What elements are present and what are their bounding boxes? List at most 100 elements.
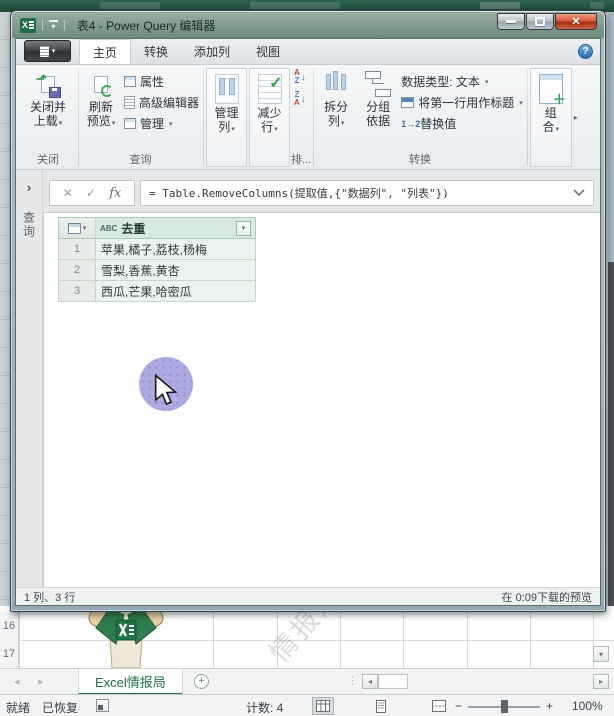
cell-value[interactable]: 雪梨,香蕉,黄杏 <box>96 260 256 281</box>
expand-pane-icon[interactable]: › <box>27 180 31 195</box>
gridline <box>403 606 404 668</box>
cancel-icon[interactable]: ✕ <box>63 186 73 200</box>
formula-text[interactable]: = Table.RemoveColumns(提取值,{"数据列", "列表"}) <box>149 185 573 201</box>
formula-expand-icon[interactable] <box>573 189 585 197</box>
combine-button[interactable]: ＋ 组合▾ <box>530 68 572 167</box>
cell-value[interactable]: 苹果,橘子,荔枝,杨梅 <box>96 239 256 260</box>
chevron-down-icon: ▾ <box>274 126 278 133</box>
sort-descending-button[interactable]: ZA ↓ <box>291 88 309 110</box>
split-column-icon <box>324 70 348 98</box>
excel-scrollbar-sliver-right <box>608 12 614 612</box>
mouse-cursor <box>151 374 181 408</box>
advanced-editor-button[interactable]: 高级编辑器 <box>122 92 201 113</box>
sheet-tab-excel-qingbaoju[interactable]: Excel情报局 <box>78 669 183 695</box>
manage-columns-button[interactable]: 管理列▾ <box>206 68 247 167</box>
formula-input[interactable]: = Table.RemoveColumns(提取值,{"数据列", "列表"}) <box>140 180 594 206</box>
group-close: ⬏ 关闭并上载▾ 关闭 <box>20 66 76 169</box>
first-row-headers-icon <box>401 97 414 108</box>
row-number[interactable]: 1 <box>58 239 96 260</box>
sort-ascending-button[interactable]: AZ ↓ <box>291 66 309 88</box>
view-page-break-button[interactable] <box>428 697 450 715</box>
quick-access-dropdown-icon[interactable]: ▾ <box>49 20 58 31</box>
nav-right-icon: ▸ <box>599 677 603 686</box>
tab-home[interactable]: 主页 <box>79 39 131 64</box>
chevron-down-icon: ▾ <box>52 47 56 55</box>
separator: | <box>41 19 44 31</box>
hscroll-left-button[interactable]: ◂ <box>362 674 378 689</box>
help-button[interactable]: ? <box>578 44 593 59</box>
column-row-count: 1 列、3 行 <box>24 589 75 605</box>
text-type-icon: ABC <box>100 224 117 233</box>
zoom-out-icon[interactable]: − <box>455 699 462 713</box>
filter-dropdown-button[interactable]: ▾ <box>236 221 251 236</box>
table-icon <box>68 223 81 234</box>
group-sort: AZ ↓ ZA ↓ 排... <box>291 66 311 169</box>
cell-value[interactable]: 西瓜,芒果,哈密瓜 <box>96 281 256 302</box>
macro-record-icon[interactable] <box>96 699 109 712</box>
table-row: 3 西瓜,芒果,哈密瓜 <box>58 281 256 302</box>
gridline <box>19 606 20 668</box>
advanced-editor-icon <box>124 96 135 109</box>
gridline <box>530 606 531 668</box>
close-and-load-button[interactable]: ⬏ 关闭并上载▾ <box>20 66 76 129</box>
queries-pane-collapsed: › 查询 <box>16 170 43 587</box>
group-separator <box>527 69 528 166</box>
view-page-layout-button[interactable] <box>370 697 392 715</box>
column-header-quchong[interactable]: ABC 去重 ▾ <box>96 217 256 239</box>
properties-icon <box>124 76 136 87</box>
row-number[interactable]: 3 <box>58 281 96 302</box>
group-separator <box>203 69 204 166</box>
fx-icon[interactable]: fx <box>109 186 121 201</box>
gridline <box>467 606 468 668</box>
zoom-in-icon[interactable]: + <box>546 699 553 713</box>
ribbon-tab-row: ▾ 主页 转换 添加列 视图 ? <box>16 39 600 65</box>
formula-bar: ✕ ✓ fx = Table.RemoveColumns(提取值,{"数据列",… <box>43 170 600 212</box>
zoom-level[interactable]: 100% <box>572 699 603 713</box>
hscroll-right-button[interactable]: ▸ <box>593 674 609 689</box>
row-header-17[interactable]: 17 <box>0 640 19 668</box>
status-ready: 就绪 <box>6 699 30 716</box>
split-column-button[interactable]: 拆分列▾ <box>315 66 357 129</box>
close-button[interactable]: ✕ <box>555 13 597 30</box>
group-label-close: 关闭 <box>20 154 76 169</box>
tab-splitter-dots-icon[interactable]: ⋮ <box>347 674 358 687</box>
group-separator <box>313 69 314 166</box>
view-normal-button[interactable] <box>312 697 334 715</box>
properties-button[interactable]: 属性 <box>122 71 201 92</box>
excel-app-icon: X <box>20 18 36 33</box>
replace-values-button[interactable]: 1→2 替换值 <box>399 113 525 134</box>
maximize-button[interactable] <box>526 13 554 30</box>
group-by-button[interactable]: 分组依据 <box>357 66 399 129</box>
minimize-button[interactable] <box>497 13 525 30</box>
add-sheet-button[interactable]: + <box>194 674 209 689</box>
select-all-corner[interactable]: ▾ <box>58 217 96 239</box>
file-icon <box>40 46 49 57</box>
sheet-nav-right-icon[interactable]: ▸ <box>38 675 44 688</box>
row-header-16[interactable]: 16 <box>0 612 19 640</box>
window-content: ▾ 主页 转换 添加列 视图 ? ⬏ 关闭并上载▾ 关闭 <box>15 38 601 606</box>
reduce-rows-icon: ✓ <box>258 74 282 104</box>
group-by-icon <box>365 70 391 98</box>
manage-button[interactable]: 管理 ▾ <box>122 113 201 134</box>
row-number[interactable]: 2 <box>58 260 96 281</box>
chevron-down-icon: ▾ <box>112 120 116 127</box>
file-menu-button[interactable]: ▾ <box>24 40 71 62</box>
ghost-close-fragment <box>590 2 604 9</box>
preview-grid: ▾ ABC 去重 ▾ 1 苹果,橘子,荔枝,杨梅 <box>43 212 600 587</box>
tab-transform[interactable]: 转换 <box>131 39 181 64</box>
ribbon-overflow-icon[interactable]: ▸ <box>574 113 578 122</box>
vertical-scroll-down-button[interactable]: ▾ <box>593 646 609 662</box>
hscroll-thumb[interactable] <box>378 674 408 689</box>
reduce-rows-button[interactable]: ✓ 减少行▾ <box>249 68 290 167</box>
manage-icon <box>124 118 136 129</box>
data-type-button[interactable]: 数据类型: 文本 ▾ <box>399 71 525 92</box>
tab-add-column[interactable]: 添加列 <box>181 39 243 64</box>
group-query: 刷新预览▾ 属性 高级编辑器 管理 <box>80 66 201 169</box>
check-icon[interactable]: ✓ <box>86 186 96 200</box>
zoom-slider-thumb[interactable] <box>501 700 508 713</box>
tab-view[interactable]: 视图 <box>243 39 293 64</box>
first-row-headers-button[interactable]: 将第一行用作标题 ▾ <box>399 92 525 113</box>
chevron-down-icon: ▾ <box>242 224 246 232</box>
sheet-nav-left-icon[interactable]: ◂ <box>14 675 20 688</box>
refresh-preview-button[interactable]: 刷新预览▾ <box>80 66 122 129</box>
